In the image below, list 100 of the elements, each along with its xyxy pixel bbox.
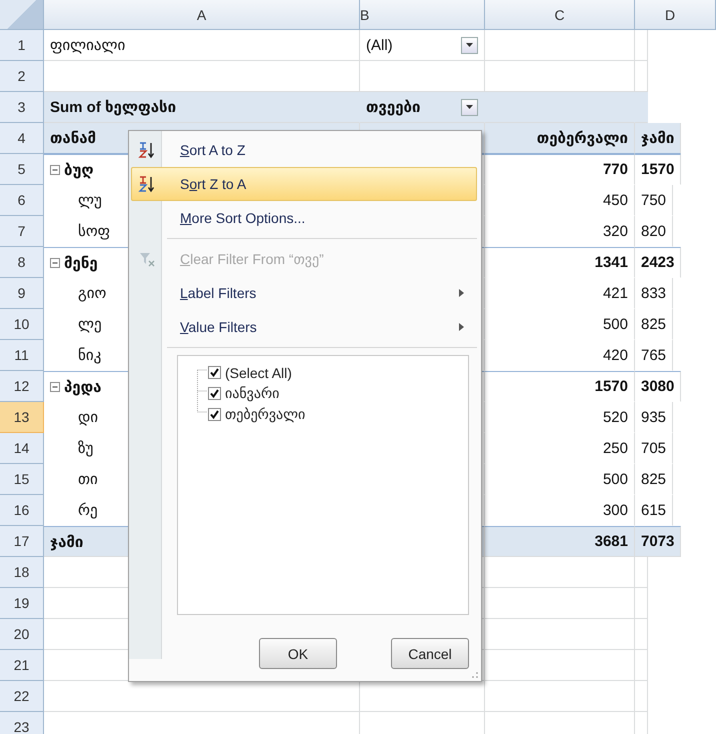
checkbox[interactable] <box>208 387 221 400</box>
dropdown-arrow-icon <box>466 105 473 109</box>
row-header[interactable]: 11 <box>0 340 44 371</box>
checkbox-item[interactable]: თებერვალი <box>208 406 468 423</box>
submenu-arrow-icon <box>459 323 464 331</box>
row-header[interactable]: 6 <box>0 185 44 216</box>
row-header[interactable]: 20 <box>0 619 44 650</box>
menu-item[interactable]: Value Filters <box>131 310 477 344</box>
table-cell: 500 <box>485 464 635 495</box>
row-header[interactable]: 7 <box>0 216 44 247</box>
table-cell: 750 <box>635 185 674 216</box>
row-header[interactable]: 19 <box>0 588 44 619</box>
row-header[interactable]: 18 <box>0 557 44 588</box>
column-header[interactable]: A <box>44 0 360 30</box>
row-header[interactable]: 12 <box>0 371 44 402</box>
funnel-icon <box>139 251 155 267</box>
row-header[interactable]: 14 <box>0 433 44 464</box>
cell-text: რე <box>77 501 98 519</box>
menu-item[interactable]: More Sort Options... <box>131 201 477 235</box>
cell-text: Sum of ხელფასი <box>50 98 176 116</box>
cell-text: ნიკ <box>77 346 102 364</box>
table-cell: 320 <box>485 216 635 247</box>
cell-text: სოფ <box>77 222 110 240</box>
column-header[interactable]: C <box>485 0 635 30</box>
collapse-icon[interactable] <box>50 382 60 392</box>
column-header[interactable]: D <box>635 0 716 30</box>
cell-text: თვეები <box>366 98 420 116</box>
table-cell: ჯამი <box>635 123 682 154</box>
row-header[interactable]: 3 <box>0 92 44 123</box>
table-cell: 765 <box>635 340 674 371</box>
sort-icon <box>138 141 156 159</box>
row-header[interactable]: 1 <box>0 30 44 61</box>
table-cell: 825 <box>635 464 674 495</box>
cell-text: ლე <box>77 315 102 333</box>
table-cell <box>635 650 648 681</box>
cell-text: ლუ <box>77 191 102 209</box>
menu-item[interactable]: Sort Z to A <box>131 167 477 201</box>
table-cell: 3080 <box>635 371 682 402</box>
dropdown-button[interactable] <box>461 36 478 54</box>
cell-text: თი <box>77 470 98 488</box>
dropdown-button[interactable] <box>461 98 478 116</box>
table-cell: 2423 <box>635 247 682 278</box>
row-header[interactable]: 9 <box>0 278 44 309</box>
table-cell: 450 <box>485 185 635 216</box>
table-cell: 7073 <box>635 526 682 557</box>
cell-text: ზუ <box>77 439 94 457</box>
cell-text: პედა <box>64 378 102 396</box>
table-cell: 935 <box>635 402 674 433</box>
dialog-button[interactable]: OK <box>259 638 337 669</box>
table-cell: 825 <box>635 309 674 340</box>
table-cell <box>635 30 648 61</box>
row-header[interactable]: 15 <box>0 464 44 495</box>
table-cell: 1570 <box>635 154 682 185</box>
submenu-arrow-icon <box>459 289 464 297</box>
cell-text: გიო <box>77 284 106 302</box>
table-cell <box>635 92 648 123</box>
row-header[interactable]: 8 <box>0 247 44 278</box>
row-header[interactable]: 17 <box>0 526 44 557</box>
menu-item[interactable]: Label Filters <box>131 276 477 310</box>
cell-text: დი <box>77 408 98 426</box>
collapse-icon[interactable] <box>50 164 60 174</box>
checkbox-item[interactable]: იანვარი <box>208 385 468 402</box>
row-header[interactable]: 22 <box>0 681 44 712</box>
table-cell <box>635 619 648 650</box>
table-cell: 250 <box>485 433 635 464</box>
table-cell: 421 <box>485 278 635 309</box>
row-header[interactable]: 23 <box>0 712 44 734</box>
cell-text: ჯამი <box>50 532 84 550</box>
row-header[interactable]: 4 <box>0 123 44 154</box>
sort-icon <box>138 175 156 193</box>
cell-text: (All) <box>366 36 393 54</box>
table-cell: 1341 <box>485 247 635 278</box>
table-cell: 770 <box>485 154 635 185</box>
resize-grip-icon[interactable] <box>472 672 478 678</box>
table-cell <box>635 681 648 712</box>
checkbox-item[interactable]: (Select All) <box>208 364 468 381</box>
row-header[interactable]: 13 <box>0 402 44 433</box>
dialog-button[interactable]: Cancel <box>391 638 469 669</box>
cell-text: მენე <box>64 254 98 272</box>
cell-text: ბუღ <box>64 160 94 178</box>
row-header[interactable]: 16 <box>0 495 44 526</box>
row-header[interactable]: 10 <box>0 309 44 340</box>
table-cell: 1570 <box>485 371 635 402</box>
table-cell <box>635 557 648 588</box>
row-header[interactable]: 21 <box>0 650 44 681</box>
table-cell <box>635 588 648 619</box>
checkbox[interactable] <box>208 408 221 421</box>
menu-item[interactable]: Sort A to Z <box>131 133 477 167</box>
table-cell: 3681 <box>485 526 635 557</box>
table-cell: 520 <box>485 402 635 433</box>
column-header[interactable]: B <box>360 0 485 30</box>
table-cell: 500 <box>485 309 635 340</box>
table-cell: 833 <box>635 278 674 309</box>
table-cell: 705 <box>635 433 674 464</box>
table-cell: 820 <box>635 216 674 247</box>
cell-text: თანამ <box>50 129 96 147</box>
collapse-icon[interactable] <box>50 258 60 268</box>
checkbox[interactable] <box>208 366 221 379</box>
row-header[interactable]: 2 <box>0 61 44 92</box>
row-header[interactable]: 5 <box>0 154 44 185</box>
